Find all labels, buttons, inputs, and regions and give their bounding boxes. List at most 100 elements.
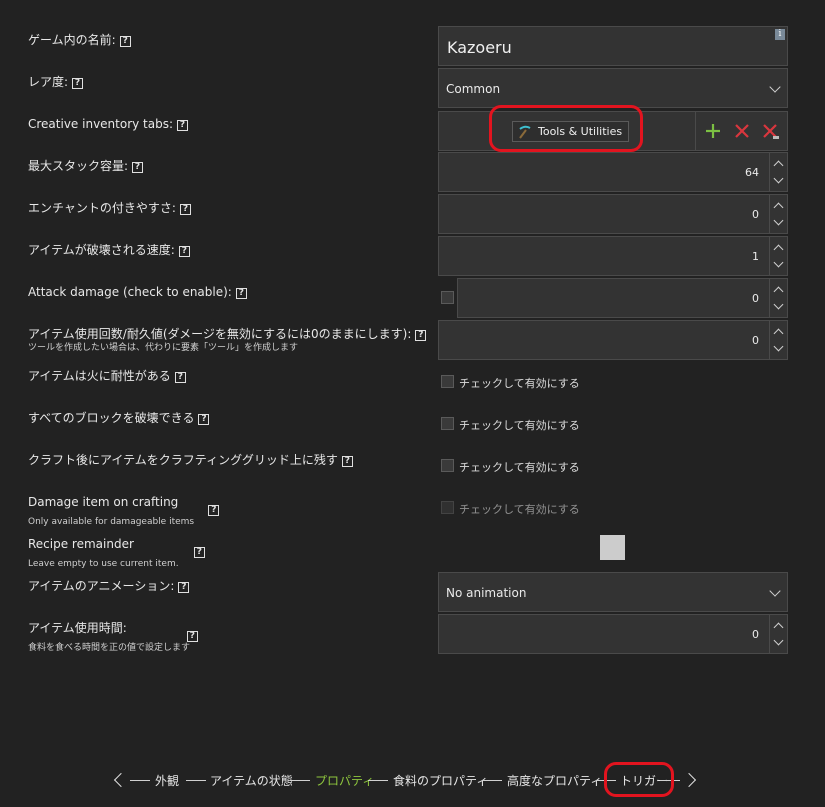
chevron-up-icon[interactable] bbox=[773, 244, 784, 255]
nav-connector bbox=[660, 780, 680, 781]
help-icon[interactable]: ? bbox=[178, 246, 190, 257]
chevron-down-icon bbox=[769, 585, 781, 597]
attack-damage-spinner[interactable]: 0 bbox=[457, 278, 788, 318]
help-icon[interactable]: ? bbox=[193, 547, 205, 558]
plus-icon bbox=[706, 124, 720, 138]
remove-all-tabs-button[interactable] bbox=[761, 121, 781, 141]
x-all-icon bbox=[763, 124, 779, 139]
nav-connector bbox=[482, 780, 502, 781]
damage-on-crafting-label: Damage item on crafting? Only available … bbox=[28, 495, 220, 528]
creative-tab-label: Tools & Utilities bbox=[538, 125, 623, 138]
help-icon[interactable]: ? bbox=[341, 456, 353, 467]
help-icon[interactable]: ? bbox=[174, 372, 186, 383]
enchantability-value: 0 bbox=[752, 208, 759, 221]
damage-on-crafting-check-label[interactable]: チェックして有効にする bbox=[459, 501, 580, 517]
destroy-speed-label: アイテムが破壊される速度:? bbox=[28, 243, 190, 258]
max-stack-spinner[interactable]: 64 bbox=[438, 152, 788, 192]
destroy-any-block-label: すべてのブロックを破壊できる? bbox=[28, 411, 210, 426]
destroy-any-block-checkbox[interactable] bbox=[441, 417, 454, 430]
max-stack-value: 64 bbox=[745, 166, 759, 179]
enchantability-label: エンチャントの付きやすさ:? bbox=[28, 201, 191, 216]
help-icon[interactable]: ? bbox=[415, 330, 427, 341]
nav-connector bbox=[368, 780, 388, 781]
durability-label: アイテム使用回数/耐久値(ダメージを無効にするには0のままにします):? ツール… bbox=[28, 327, 427, 354]
max-stack-label: 最大スタック容量:? bbox=[28, 159, 144, 174]
nav-item-state[interactable]: アイテムの状態 bbox=[210, 772, 293, 789]
destroy-speed-value: 1 bbox=[752, 250, 759, 263]
help-icon[interactable]: ? bbox=[177, 120, 189, 131]
nav-connector bbox=[130, 780, 150, 781]
spinner-buttons[interactable] bbox=[769, 321, 787, 359]
destroy-any-block-check-label[interactable]: チェックして有効にする bbox=[459, 417, 580, 433]
nav-advanced-properties[interactable]: 高度なプロパティ bbox=[507, 772, 602, 789]
spinner-buttons[interactable] bbox=[769, 237, 787, 275]
chevron-down-icon[interactable] bbox=[773, 215, 784, 226]
durability-hint: ツールを作成したい場合は、代わりに要素「ツール」を作成します bbox=[28, 343, 299, 353]
chevron-down-icon[interactable] bbox=[773, 299, 784, 310]
stay-in-grid-label: クラフト後にアイテムをクラフティンググリッド上に残す? bbox=[28, 453, 353, 468]
fire-resistant-label: アイテムは火に耐性がある? bbox=[28, 369, 186, 384]
spinner-buttons[interactable] bbox=[769, 195, 787, 233]
enchantability-spinner[interactable]: 0 bbox=[438, 194, 788, 234]
remove-tab-button[interactable] bbox=[732, 121, 752, 141]
rarity-label: レア度:? bbox=[28, 75, 84, 90]
chevron-up-icon[interactable] bbox=[773, 622, 784, 633]
help-icon[interactable]: ? bbox=[72, 78, 84, 89]
info-icon[interactable]: i bbox=[775, 29, 785, 40]
chevron-up-icon[interactable] bbox=[773, 202, 784, 213]
creative-tabs-list: Tools & Utilities bbox=[438, 111, 788, 151]
pickaxe-icon bbox=[519, 125, 531, 139]
nav-connector bbox=[186, 780, 206, 781]
chevron-up-icon[interactable] bbox=[773, 328, 784, 339]
animation-label: アイテムのアニメーション:? bbox=[28, 579, 190, 594]
stay-in-grid-checkbox[interactable] bbox=[441, 459, 454, 472]
help-icon[interactable]: ? bbox=[132, 162, 144, 173]
destroy-speed-spinner[interactable]: 1 bbox=[438, 236, 788, 276]
chevron-down-icon[interactable] bbox=[773, 341, 784, 352]
recipe-remainder-hint: Leave empty to use current item. bbox=[28, 559, 179, 569]
chevron-down-icon[interactable] bbox=[773, 173, 784, 184]
nav-properties[interactable]: プロパティ bbox=[315, 772, 374, 789]
chevron-right-icon[interactable] bbox=[681, 772, 697, 788]
add-tab-button[interactable] bbox=[703, 121, 723, 141]
nav-appearance[interactable]: 外観 bbox=[155, 772, 179, 789]
animation-select[interactable]: No animation bbox=[438, 572, 788, 612]
page-navigation: 外観 アイテムの状態 プロパティ 食料のプロパティ 高度なプロパティ トリガー bbox=[0, 770, 825, 790]
use-duration-spinner[interactable]: 0 bbox=[438, 614, 788, 654]
help-icon[interactable]: ? bbox=[179, 204, 191, 215]
fire-resistant-checkbox[interactable] bbox=[441, 375, 454, 388]
fire-resistant-check-label[interactable]: チェックして有効にする bbox=[459, 375, 580, 391]
name-label: ゲーム内の名前:? bbox=[28, 33, 131, 48]
name-input[interactable]: Kazoeru i bbox=[438, 26, 788, 66]
animation-value: No animation bbox=[446, 586, 527, 600]
nav-connector bbox=[290, 780, 310, 781]
chevron-up-icon[interactable] bbox=[773, 286, 784, 297]
rarity-select[interactable]: Common bbox=[438, 68, 788, 108]
use-duration-hint: 食料を食べる時間を正の値で設定します bbox=[28, 643, 191, 653]
help-icon[interactable]: ? bbox=[186, 631, 198, 642]
attack-damage-value: 0 bbox=[752, 292, 759, 305]
help-icon[interactable]: ? bbox=[198, 414, 210, 425]
chevron-left-icon[interactable] bbox=[113, 772, 129, 788]
spinner-buttons[interactable] bbox=[769, 615, 787, 653]
name-value: Kazoeru bbox=[447, 38, 512, 57]
spinner-buttons[interactable] bbox=[769, 279, 787, 317]
recipe-remainder-item-slot[interactable] bbox=[600, 535, 625, 560]
help-icon[interactable]: ? bbox=[235, 288, 247, 299]
use-duration-label: アイテム使用時間:? 食料を食べる時間を正の値で設定します bbox=[28, 621, 198, 654]
help-icon[interactable]: ? bbox=[208, 505, 220, 516]
creative-tab-chip[interactable]: Tools & Utilities bbox=[512, 121, 630, 142]
use-duration-value: 0 bbox=[752, 628, 759, 641]
help-icon[interactable]: ? bbox=[178, 582, 190, 593]
chevron-down-icon bbox=[769, 81, 781, 93]
chevron-down-icon[interactable] bbox=[773, 257, 784, 268]
chevron-down-icon[interactable] bbox=[773, 635, 784, 646]
help-icon[interactable]: ? bbox=[119, 36, 131, 47]
damage-on-crafting-checkbox[interactable] bbox=[441, 501, 454, 514]
spinner-buttons[interactable] bbox=[769, 153, 787, 191]
chevron-up-icon[interactable] bbox=[773, 160, 784, 171]
nav-food-properties[interactable]: 食料のプロパティ bbox=[393, 772, 488, 789]
durability-spinner[interactable]: 0 bbox=[438, 320, 788, 360]
stay-in-grid-check-label[interactable]: チェックして有効にする bbox=[459, 459, 580, 475]
attack-damage-checkbox[interactable] bbox=[441, 291, 454, 304]
